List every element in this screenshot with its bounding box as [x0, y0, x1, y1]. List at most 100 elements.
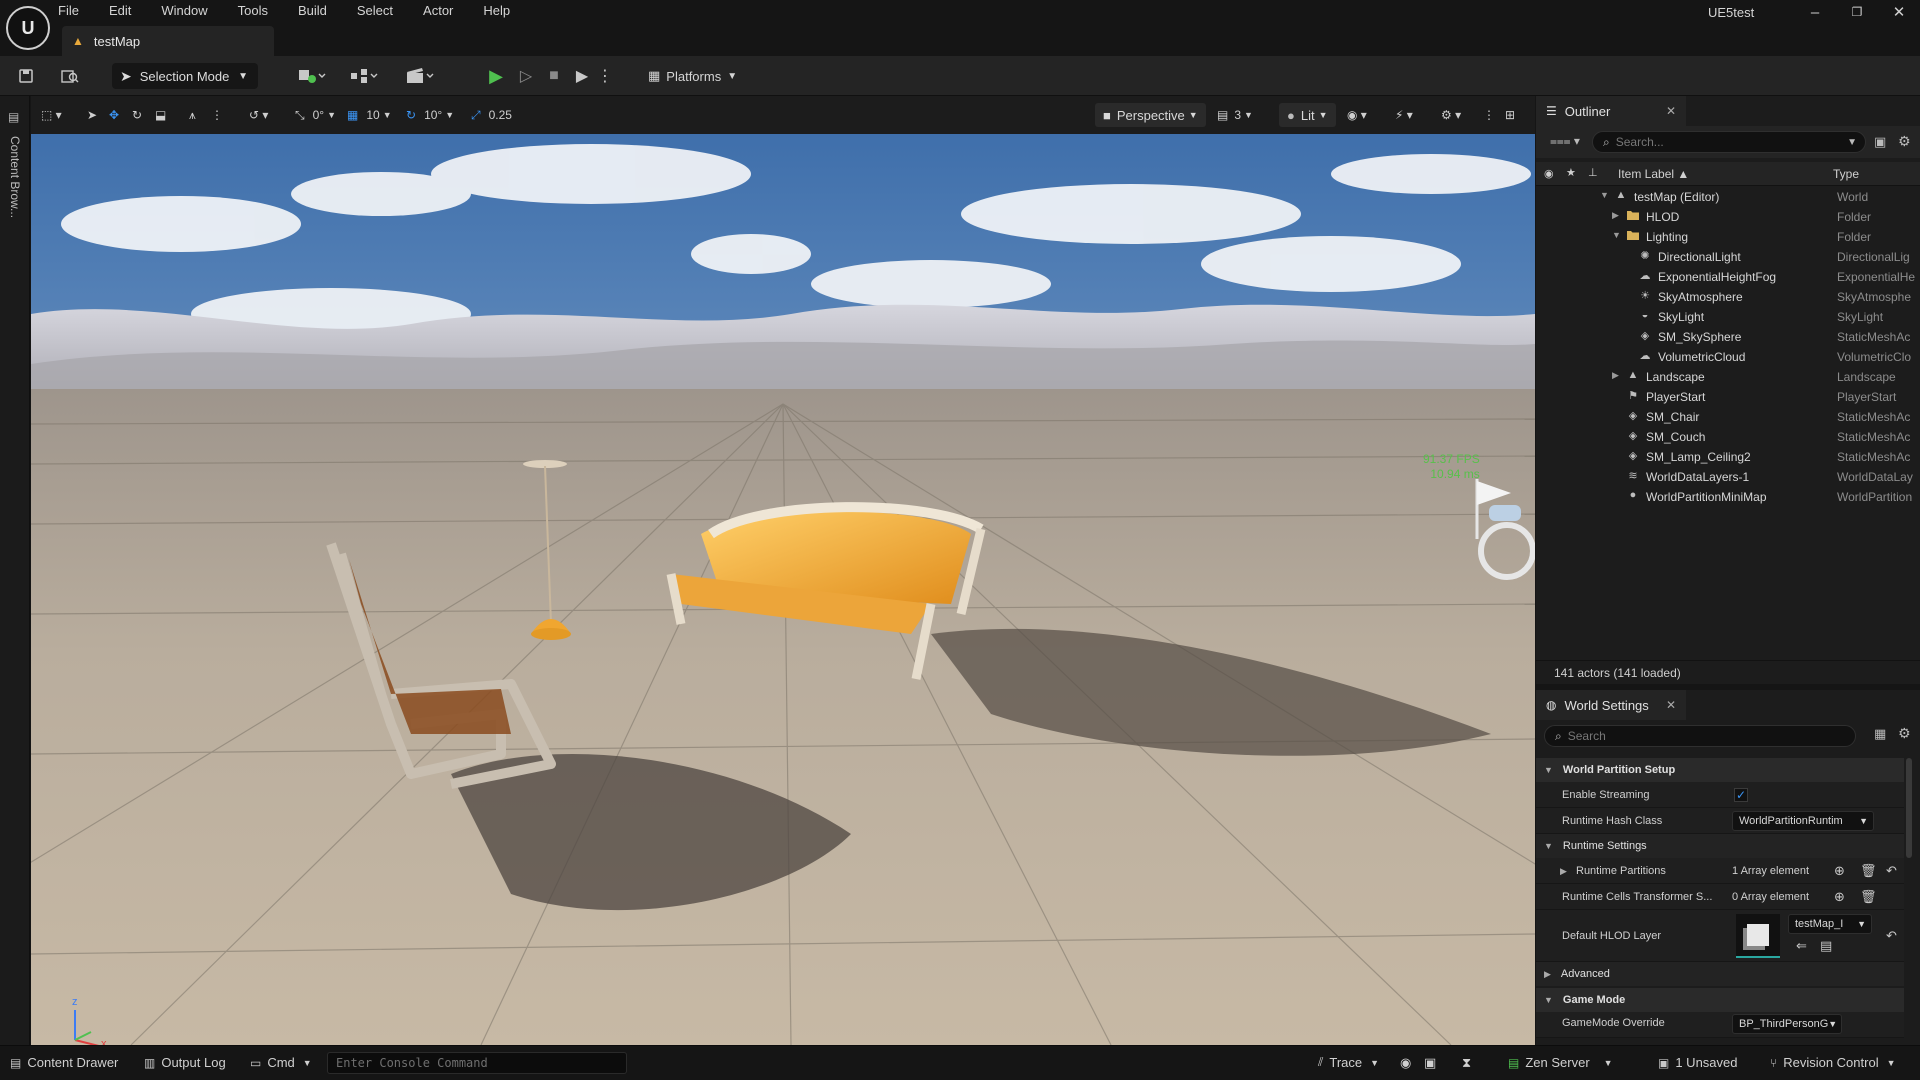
outliner-tab[interactable]: ☰ Outliner ✕ [1536, 96, 1686, 126]
reset-icon[interactable]: ↶ [1886, 928, 1897, 944]
select-mode-icon[interactable]: ⬚ ▾ [41, 105, 62, 125]
play-icon[interactable]: ▶ [484, 64, 508, 88]
layout-icon[interactable]: ⊞ [1505, 105, 1515, 125]
stop-icon[interactable]: ■ [542, 64, 566, 88]
realtime-icon[interactable]: ⚡ ▾ [1395, 105, 1413, 125]
outliner-search-input[interactable]: ⌕ Search... ▼ [1592, 131, 1866, 153]
output-log-button[interactable]: ▥ Output Log [144, 1055, 226, 1070]
section-advanced[interactable]: ▶ Advanced [1536, 962, 1904, 986]
menu-window[interactable]: Window [161, 0, 207, 24]
viewport-more-icon[interactable]: ⋮ [211, 105, 223, 125]
table-view-icon[interactable]: ▦ [1874, 726, 1886, 742]
section-game-mode[interactable]: ▼ Game Mode [1536, 988, 1904, 1012]
camera-speed-dropdown[interactable]: ▤ 3 ▼ [1217, 105, 1253, 125]
zen-server-dropdown[interactable]: ▤ Zen Server ▼ [1508, 1055, 1613, 1070]
expand-triangle-icon[interactable]: ▶ [1560, 866, 1567, 877]
outliner-row[interactable]: ⚑ PlayerStart PlayerStart [1536, 387, 1920, 407]
lit-dropdown[interactable]: ● Lit ▼ [1279, 103, 1336, 127]
scale-snap-toggle[interactable]: ⤢ 0.25 [471, 105, 512, 125]
grid-snap-toggle[interactable]: ▦ 10 ▼ [347, 105, 392, 125]
gamemode-override-dropdown[interactable]: BP_ThirdPersonG ▼ [1732, 1014, 1842, 1034]
filter-icon[interactable]: ⩶ ▾ [1550, 134, 1580, 149]
reset-icon[interactable]: ↶ [1886, 863, 1897, 879]
translate-icon[interactable]: ✥ [109, 105, 119, 125]
close-icon[interactable]: ✕ [1666, 104, 1676, 118]
close-window-button[interactable]: ✕ [1878, 0, 1920, 24]
launch-icon[interactable]: ▶ [570, 64, 594, 88]
angle-snap-toggle[interactable]: ↻ 10° ▼ [406, 105, 454, 125]
save-icon[interactable] [14, 64, 38, 88]
favorite-star-icon[interactable]: ★ [1566, 166, 1576, 179]
world-settings-search-input[interactable]: ⌕ Search [1544, 725, 1856, 747]
outliner-row[interactable]: ▶ HLOD Folder [1536, 207, 1920, 227]
world-settings-tab[interactable]: ◍ World Settings ✕ [1536, 690, 1686, 720]
use-selected-icon[interactable]: ⇐ [1796, 938, 1807, 954]
collapse-triangle-icon[interactable]: ▼ [1600, 190, 1610, 200]
restore-button[interactable]: ❐ [1836, 0, 1878, 24]
blueprint-icon[interactable] [344, 64, 384, 88]
settings-gear-icon[interactable]: ⚙ [1898, 133, 1911, 150]
trash-icon[interactable]: 🗑 [1860, 863, 1877, 879]
column-type[interactable]: Type [1833, 167, 1859, 181]
hourglass-icon[interactable]: ⧗ [1462, 1055, 1471, 1071]
revision-control-dropdown[interactable]: ⑂ Revision Control ▼ [1770, 1055, 1896, 1070]
add-actor-icon[interactable] [292, 64, 332, 88]
menu-help[interactable]: Help [483, 0, 510, 24]
outliner-row[interactable]: ▶ ▲ Landscape Landscape [1536, 367, 1920, 387]
step-forward-icon[interactable]: ▷ [514, 64, 538, 88]
viewport-settings-icon[interactable]: ⚙ ▾ [1441, 105, 1461, 125]
add-folder-icon[interactable]: ▣ [1874, 134, 1886, 150]
browse-icon[interactable] [58, 64, 82, 88]
outliner-row[interactable]: ☀ SkyAtmosphere SkyAtmosphe [1536, 287, 1920, 307]
outliner-row[interactable]: ▼ Lighting Folder [1536, 227, 1920, 247]
column-item-label[interactable]: Item Label ▲ [1618, 167, 1689, 181]
add-element-icon[interactable]: ⊕ [1834, 889, 1845, 905]
outliner-row[interactable]: ◈ SM_SkySphere StaticMeshAc [1536, 327, 1920, 347]
console-command-input[interactable]: Enter Console Command [327, 1052, 627, 1074]
scale-icon[interactable]: ⬓ [155, 105, 166, 125]
level-viewport[interactable]: ⬚ ▾ ➤ ✥ ↻ ⬓ ⩚ ⋮ ↺ ▾ ⤡ 0° ▼ ▦ 10 ▼ ↻ 10° … [31, 96, 1535, 1045]
menu-file[interactable]: File [58, 0, 79, 24]
outliner-row[interactable]: ☁ VolumetricCloud VolumetricClo [1536, 347, 1920, 367]
outliner-row[interactable]: ☁ ExponentialHeightFog ExponentialHe [1536, 267, 1920, 287]
outliner-row[interactable]: ◈ SM_Couch StaticMeshAc [1536, 427, 1920, 447]
runtime-hash-class-dropdown[interactable]: WorldPartitionRuntim ▼ [1732, 811, 1874, 831]
hlod-thumbnail[interactable] [1736, 914, 1780, 958]
hlod-layer-dropdown[interactable]: testMap_I ▼ [1788, 914, 1872, 934]
trash-icon[interactable]: 🗑 [1860, 889, 1877, 905]
menu-edit[interactable]: Edit [109, 0, 131, 24]
screenshot-icon[interactable]: ▣ [1424, 1055, 1436, 1071]
cmd-dropdown[interactable]: ▭ Cmd ▼ [250, 1055, 312, 1070]
show-flags-icon[interactable]: ◉ ▾ [1347, 105, 1367, 125]
outliner-row[interactable]: ◈ SM_Lamp_Ceiling2 StaticMeshAc [1536, 447, 1920, 467]
menu-select[interactable]: Select [357, 0, 393, 24]
panel-toggle-icon[interactable]: ▤ [8, 110, 19, 124]
trace-dropdown[interactable]: ⫽ Trace ▼ [1318, 1055, 1379, 1070]
surface-snap-icon[interactable]: ⩚ [189, 105, 196, 125]
rotation-snap-toggle[interactable]: ⤡ 0° ▼ [295, 105, 336, 125]
more-options-icon[interactable]: ⋮ [597, 64, 613, 88]
world-local-icon[interactable]: ↺ ▾ [249, 105, 268, 125]
rotate-icon[interactable]: ↻ [132, 105, 142, 125]
world-settings-scrollbar[interactable] [1906, 758, 1912, 858]
content-drawer-button[interactable]: ▤ Content Drawer [10, 1055, 118, 1070]
record-icon[interactable]: ◉ [1400, 1055, 1411, 1071]
add-element-icon[interactable]: ⊕ [1834, 863, 1845, 879]
unsaved-button[interactable]: ▣ 1 Unsaved [1658, 1055, 1738, 1070]
select-arrow-icon[interactable]: ➤ [87, 105, 97, 125]
pin-icon[interactable]: ⊥ [1588, 166, 1598, 179]
menu-build[interactable]: Build [298, 0, 327, 24]
cinematics-icon[interactable] [400, 64, 440, 88]
enable-streaming-checkbox[interactable]: ✓ [1734, 788, 1748, 802]
settings-gear-icon[interactable]: ⚙ [1898, 725, 1911, 742]
outliner-row[interactable]: ◒ SkyLight SkyLight [1536, 307, 1920, 327]
selection-mode-dropdown[interactable]: ➤ Selection Mode ▼ [112, 63, 258, 89]
outliner-row[interactable]: ◈ SM_Chair StaticMeshAc [1536, 407, 1920, 427]
close-icon[interactable]: ✕ [1666, 698, 1676, 712]
menu-actor[interactable]: Actor [423, 0, 453, 24]
outliner-row[interactable]: ● WorldPartitionMiniMap WorldPartition [1536, 487, 1920, 507]
outliner-row[interactable]: ≋ WorldDataLayers-1 WorldDataLay [1536, 467, 1920, 487]
collapse-triangle-icon[interactable]: ▼ [1612, 230, 1622, 240]
minimize-button[interactable]: – [1794, 0, 1836, 24]
content-browser-tab[interactable]: Content Brow... [8, 136, 22, 218]
